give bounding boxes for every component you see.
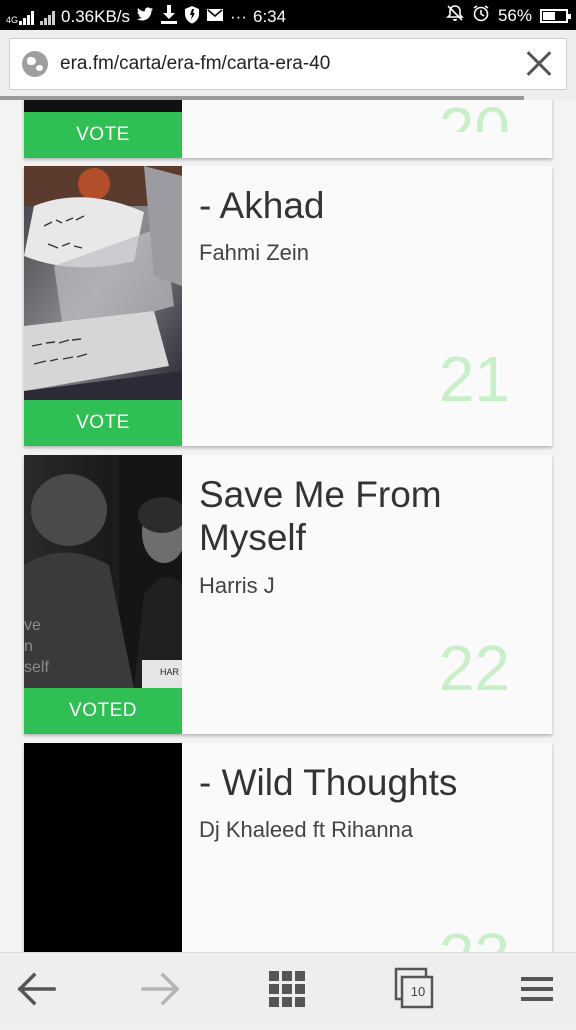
- album-art: [24, 100, 182, 112]
- url-text[interactable]: era.fm/carta/era-fm/carta-era-40: [60, 53, 330, 75]
- chart-entry: VOTE 20: [24, 100, 552, 158]
- alarm-icon: [472, 4, 490, 27]
- apps-grid-icon: [269, 971, 305, 1007]
- battery-percent: 56%: [497, 5, 532, 25]
- rank-number: 22: [438, 632, 510, 704]
- rank-number: 21: [438, 343, 510, 415]
- address-bar: era.fm/carta/era-fm/carta-era-40: [0, 30, 576, 100]
- tab-count: 10: [410, 984, 426, 999]
- chart-entry: VOTE - Akhad Fahmi Zein 21: [24, 166, 552, 446]
- close-icon[interactable]: [522, 47, 556, 81]
- svg-text:HAR: HAR: [160, 667, 180, 677]
- svg-text:n: n: [24, 638, 33, 655]
- mail-icon: [206, 7, 224, 27]
- chart-entry: HAR ve n self VOTED Save Me From Myself …: [24, 455, 552, 734]
- vote-button[interactable]: VOTE: [24, 400, 182, 446]
- forward-arrow-icon: [141, 972, 180, 1006]
- artist-name: Fahmi Zein: [199, 240, 310, 265]
- shield-icon: [184, 5, 200, 29]
- song-title[interactable]: - Wild Thoughts: [199, 761, 529, 804]
- artist-name: Harris J: [199, 573, 275, 598]
- signal-4g-icon: 4G: [6, 9, 35, 25]
- svg-text:self: self: [24, 659, 49, 676]
- back-button[interactable]: [0, 953, 80, 1025]
- rank-number: 23: [439, 919, 510, 952]
- song-title[interactable]: - Akhad: [199, 184, 529, 227]
- battery-icon: [540, 8, 571, 23]
- menu-icon: [521, 977, 553, 1001]
- more-notifications-icon: ···: [230, 6, 247, 26]
- chart-entry: - Wild Thoughts Dj Khaleed ft Rihanna 23: [24, 743, 552, 952]
- forward-button[interactable]: [121, 953, 201, 1025]
- album-art[interactable]: [24, 743, 182, 952]
- chart-list[interactable]: VOTE 20: [0, 100, 576, 952]
- tabs-button[interactable]: 10: [374, 953, 454, 1025]
- song-title[interactable]: Save Me From Myself: [199, 473, 529, 559]
- bottom-navigation: 10: [0, 952, 576, 1025]
- network-speed: 0.36KB/s: [61, 6, 131, 26]
- download-icon: [160, 4, 178, 29]
- status-bar: 4G 0.36KB/s ··· 6:34 56%: [0, 0, 576, 30]
- clock-time: 6:34: [253, 6, 287, 26]
- svg-text:ve: ve: [24, 617, 41, 634]
- rank-number: 20: [439, 100, 510, 132]
- album-art[interactable]: [24, 166, 182, 400]
- vote-button[interactable]: VOTE: [24, 112, 182, 158]
- silent-bell-icon: [446, 4, 464, 27]
- twitter-icon: [136, 6, 154, 27]
- back-arrow-icon: [17, 972, 56, 1006]
- voted-button[interactable]: VOTED: [24, 688, 182, 734]
- signal-icon: [40, 9, 56, 25]
- artist-name: Dj Khaleed ft Rihanna: [199, 817, 414, 842]
- url-field[interactable]: era.fm/carta/era-fm/carta-era-40: [9, 38, 567, 90]
- speed-dial-button[interactable]: [247, 953, 327, 1025]
- globe-icon: [22, 51, 48, 77]
- album-art[interactable]: HAR ve n self: [24, 455, 186, 688]
- menu-button[interactable]: [496, 953, 576, 1025]
